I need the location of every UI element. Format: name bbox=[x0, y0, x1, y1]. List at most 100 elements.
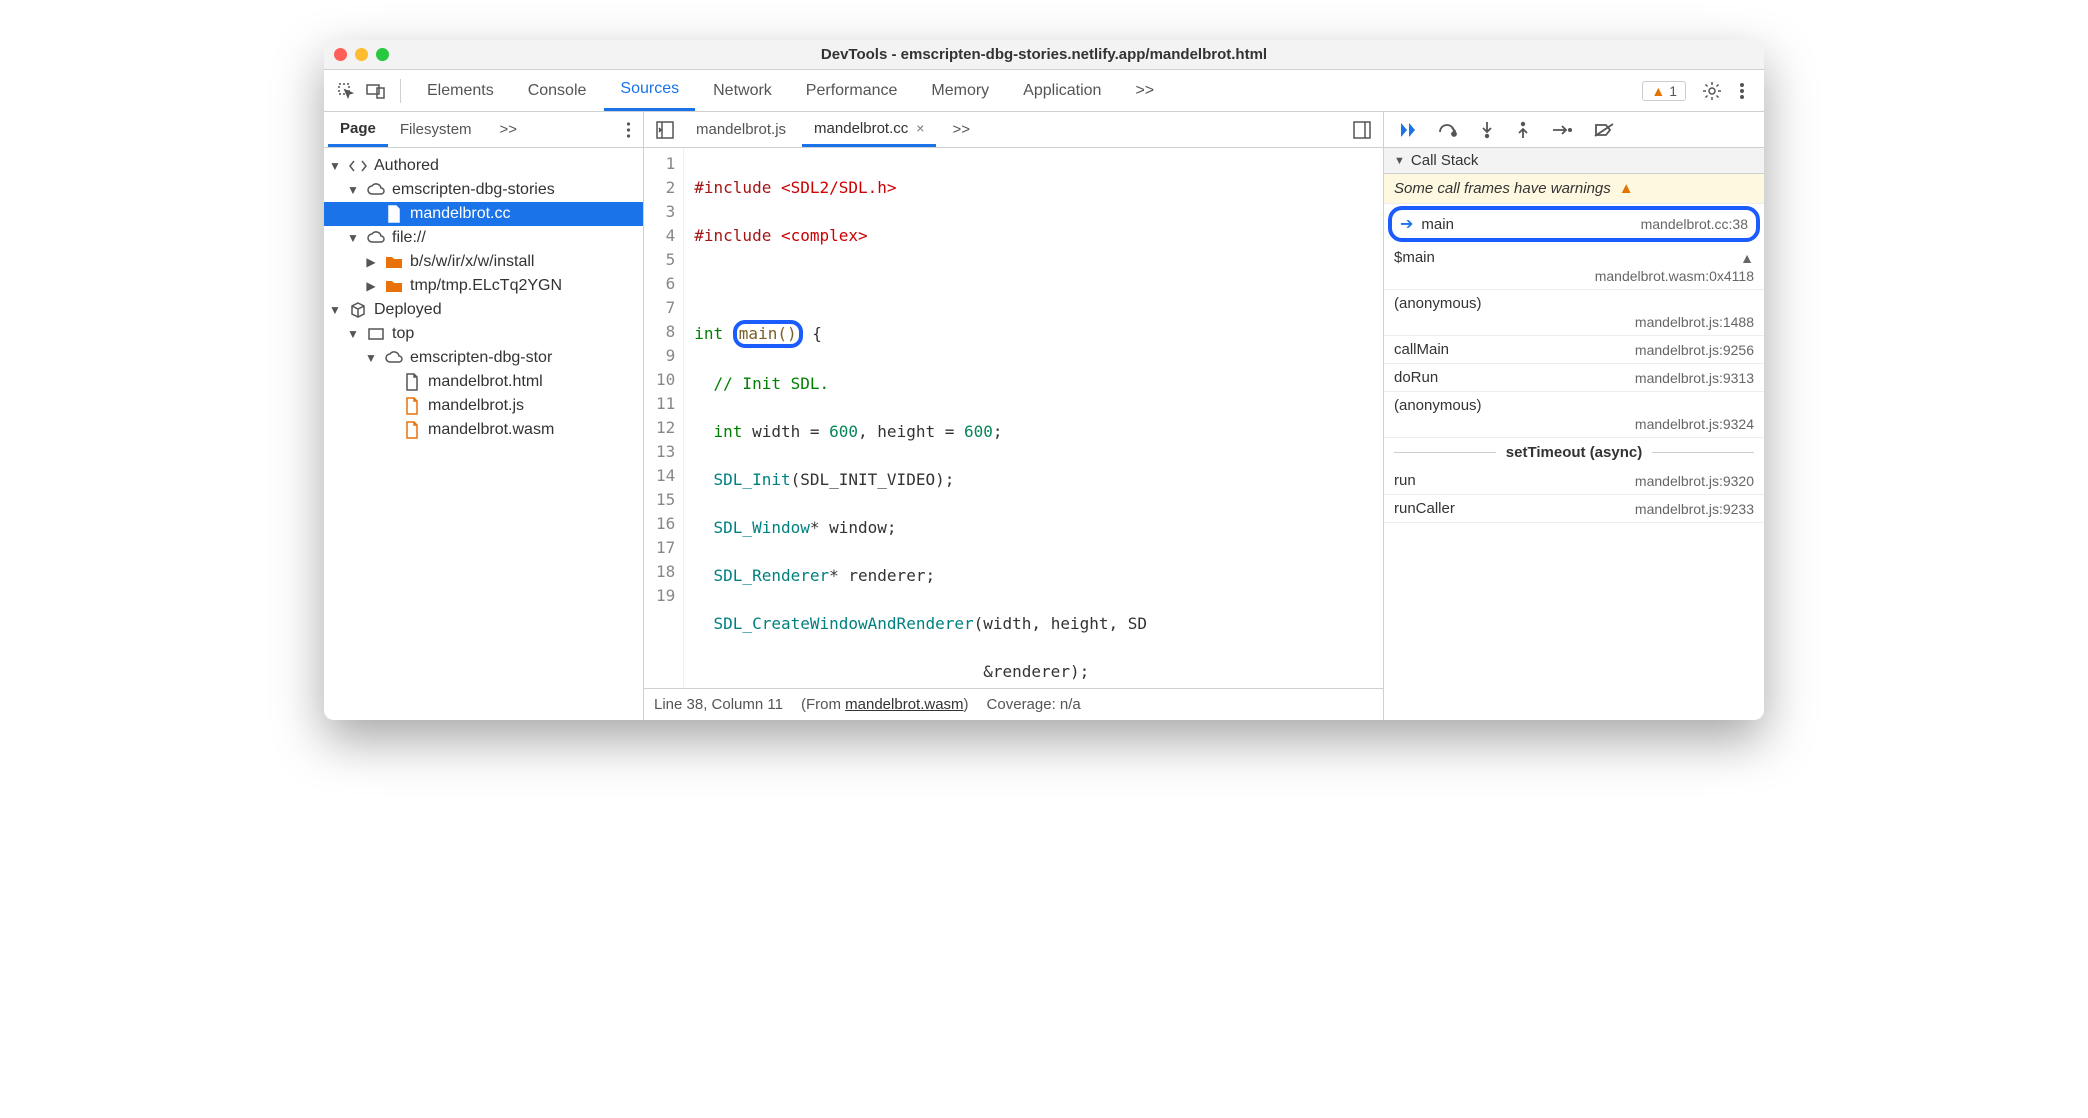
stack-frame[interactable]: run mandelbrot.js:9320 bbox=[1384, 467, 1764, 495]
brackets-icon bbox=[348, 159, 368, 173]
tree-file-scheme[interactable]: ▼ file:// bbox=[324, 226, 643, 250]
file-tree: ▼ Authored ▼ emscripten-dbg-stories mand… bbox=[324, 148, 643, 720]
tree-file-mandelbrot-cc[interactable]: mandelbrot.cc bbox=[324, 202, 643, 226]
titlebar: DevTools - emscripten-dbg-stories.netlif… bbox=[324, 40, 1764, 70]
wasm-link[interactable]: mandelbrot.wasm bbox=[845, 696, 963, 713]
tab-network[interactable]: Network bbox=[697, 70, 788, 111]
tab-application[interactable]: Application bbox=[1007, 70, 1117, 111]
tab-performance[interactable]: Performance bbox=[790, 70, 914, 111]
warnings-count: 1 bbox=[1669, 83, 1677, 99]
stack-frame-current[interactable]: ➔ main mandelbrot.cc:38 bbox=[1388, 206, 1760, 242]
tree-label: mandelbrot.js bbox=[428, 397, 524, 415]
file-icon bbox=[384, 205, 404, 223]
tree-group-deployed[interactable]: ▼ Deployed bbox=[324, 298, 643, 322]
nav-tab-filesystem[interactable]: Filesystem bbox=[388, 112, 484, 147]
frame-name: (anonymous) bbox=[1394, 295, 1482, 312]
stack-frame[interactable]: (anonymous) mandelbrot.js:9324 bbox=[1384, 392, 1764, 438]
nav-tabs-overflow[interactable]: >> bbox=[488, 112, 530, 147]
toggle-navigator-icon[interactable] bbox=[650, 121, 680, 139]
tree-folder-1[interactable]: ▶ b/s/w/ir/x/w/install bbox=[324, 250, 643, 274]
device-icon[interactable] bbox=[362, 83, 390, 99]
deactivate-breakpoints-button[interactable] bbox=[1594, 122, 1614, 138]
warning-icon: ▲ bbox=[1740, 250, 1754, 266]
warnings-badge[interactable]: ▲ 1 bbox=[1642, 81, 1686, 101]
toggle-debugger-icon[interactable] bbox=[1347, 121, 1377, 139]
tree-folder-2[interactable]: ▶ tmp/tmp.ELcTq2YGN bbox=[324, 274, 643, 298]
close-tab-icon[interactable]: × bbox=[916, 120, 924, 136]
tree-label: emscripten-dbg-stories bbox=[392, 181, 555, 199]
call-stack-warning: Some call frames have warnings ▲ bbox=[1384, 174, 1764, 204]
stack-frame[interactable]: runCaller mandelbrot.js:9233 bbox=[1384, 495, 1764, 523]
tree-origin-deployed[interactable]: ▼ emscripten-dbg-stor bbox=[324, 346, 643, 370]
cube-icon bbox=[348, 302, 368, 318]
step-out-button[interactable] bbox=[1516, 121, 1530, 139]
tree-label: mandelbrot.cc bbox=[410, 205, 511, 223]
file-tabs-overflow[interactable]: >> bbox=[940, 112, 982, 147]
call-stack-header[interactable]: ▼ Call Stack bbox=[1384, 148, 1764, 174]
frame-location: mandelbrot.js:1488 bbox=[1635, 314, 1754, 330]
tree-file-js[interactable]: mandelbrot.js bbox=[324, 394, 643, 418]
folder-icon bbox=[384, 255, 404, 269]
file-icon bbox=[402, 373, 422, 391]
tree-label: b/s/w/ir/x/w/install bbox=[410, 253, 534, 271]
nav-kebab-icon[interactable] bbox=[618, 122, 639, 138]
tree-origin-authored[interactable]: ▼ emscripten-dbg-stories bbox=[324, 178, 643, 202]
tree-file-html[interactable]: mandelbrot.html bbox=[324, 370, 643, 394]
call-stack-list: ➔ main mandelbrot.cc:38 $main ▲ mandelbr… bbox=[1384, 204, 1764, 523]
editor-tabs: mandelbrot.js mandelbrot.cc × >> bbox=[644, 112, 1383, 148]
warning-text: Some call frames have warnings bbox=[1394, 180, 1611, 197]
nav-tab-page[interactable]: Page bbox=[328, 112, 388, 147]
line-gutter: 12345678910111213141516171819 bbox=[644, 148, 684, 688]
tree-group-authored[interactable]: ▼ Authored bbox=[324, 154, 643, 178]
frame-location: mandelbrot.cc:38 bbox=[1641, 216, 1748, 232]
tab-elements[interactable]: Elements bbox=[411, 70, 510, 111]
step-into-button[interactable] bbox=[1480, 121, 1494, 139]
inspect-icon[interactable] bbox=[332, 82, 360, 100]
file-icon bbox=[402, 397, 422, 415]
tab-sources[interactable]: Sources bbox=[604, 70, 695, 111]
frame-location: mandelbrot.js:9320 bbox=[1635, 473, 1754, 489]
stack-frame[interactable]: callMain mandelbrot.js:9256 bbox=[1384, 336, 1764, 364]
frame-name: doRun bbox=[1394, 369, 1438, 386]
tree-label: file:// bbox=[392, 229, 426, 247]
tree-label: Authored bbox=[374, 157, 439, 175]
tab-console[interactable]: Console bbox=[512, 70, 603, 111]
section-title: Call Stack bbox=[1411, 152, 1479, 169]
kebab-menu-icon[interactable] bbox=[1728, 82, 1756, 100]
main-tabbar: Elements Console Sources Network Perform… bbox=[324, 70, 1764, 112]
tabs-overflow[interactable]: >> bbox=[1119, 70, 1170, 111]
tree-label: top bbox=[392, 325, 414, 343]
file-tab-cc[interactable]: mandelbrot.cc × bbox=[802, 112, 936, 147]
frame-location: mandelbrot.js:9256 bbox=[1635, 342, 1754, 358]
warning-icon: ▲ bbox=[1651, 83, 1665, 99]
cloud-icon bbox=[366, 231, 386, 245]
step-over-button[interactable] bbox=[1438, 122, 1458, 138]
frame-name: run bbox=[1394, 472, 1416, 489]
frame-icon bbox=[366, 328, 386, 340]
step-button[interactable] bbox=[1552, 124, 1572, 136]
frame-location: mandelbrot.js:9324 bbox=[1635, 416, 1754, 432]
file-tab-label: mandelbrot.js bbox=[696, 121, 786, 138]
tree-label: tmp/tmp.ELcTq2YGN bbox=[410, 277, 562, 295]
resume-button[interactable] bbox=[1398, 121, 1416, 139]
folder-icon bbox=[384, 279, 404, 293]
tab-memory[interactable]: Memory bbox=[915, 70, 1005, 111]
file-tab-js[interactable]: mandelbrot.js bbox=[684, 112, 798, 147]
stack-frame[interactable]: (anonymous) mandelbrot.js:1488 bbox=[1384, 290, 1764, 336]
settings-icon[interactable] bbox=[1698, 81, 1726, 101]
tree-label: mandelbrot.wasm bbox=[428, 421, 554, 439]
code-editor[interactable]: 12345678910111213141516171819 #include <… bbox=[644, 148, 1383, 688]
frame-location: mandelbrot.js:9313 bbox=[1635, 370, 1754, 386]
cursor-position: Line 38, Column 11 bbox=[654, 696, 783, 713]
stack-frame[interactable]: $main ▲ mandelbrot.wasm:0x4118 bbox=[1384, 244, 1764, 290]
coverage-info: Coverage: n/a bbox=[987, 696, 1081, 713]
tree-frame-top[interactable]: ▼ top bbox=[324, 322, 643, 346]
frame-location: mandelbrot.js:9233 bbox=[1635, 501, 1754, 517]
editor-statusbar: Line 38, Column 11 (From mandelbrot.wasm… bbox=[644, 688, 1383, 720]
sourcemap-info: (From mandelbrot.wasm) bbox=[801, 696, 969, 713]
stack-frame[interactable]: doRun mandelbrot.js:9313 bbox=[1384, 364, 1764, 392]
devtools-window: DevTools - emscripten-dbg-stories.netlif… bbox=[324, 40, 1764, 720]
file-tab-label: mandelbrot.cc bbox=[814, 120, 908, 137]
frame-location: mandelbrot.wasm:0x4118 bbox=[1595, 268, 1754, 284]
tree-file-wasm[interactable]: mandelbrot.wasm bbox=[324, 418, 643, 442]
